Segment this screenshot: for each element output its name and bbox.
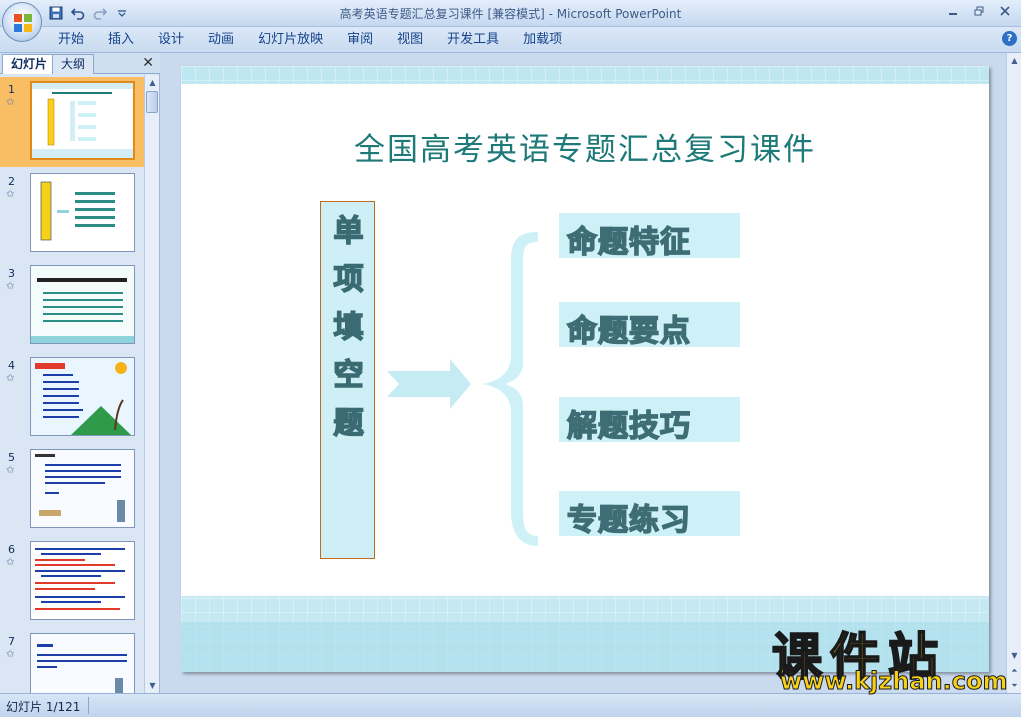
topic-label: 专题练习 [566,502,691,539]
topic-label: 命题要点 [566,313,691,350]
ribbon-tabs: 开始 插入 设计 动画 幻灯片放映 审阅 视图 开发工具 加载项 [46,31,574,49]
animation-star-icon: ✩ [6,465,15,476]
topic-box[interactable]: 命题要点 [559,302,740,350]
slide-thumbnail[interactable] [30,541,135,620]
slide-number: 4 [8,359,15,372]
topic-box[interactable]: 命题特征 [559,213,740,261]
animation-star-icon: ✩ [6,373,15,384]
slide-thumbnail[interactable] [30,449,135,528]
title-bar: 高考英语专题汇总复习课件 [兼容模式] - Microsoft PowerPoi… [0,0,1021,27]
minimize-button[interactable] [941,2,965,20]
site-watermark-logo: 课件站 www.kjzhan.com [770,617,1010,697]
slide-number: 3 [8,267,15,280]
scroll-up-icon[interactable]: ▲ [1007,53,1021,68]
tab-view[interactable]: 视图 [385,31,435,49]
slide-editing-area: 全国高考英语专题汇总复习课件 单 项 填 空 题 命题特征 命题要点 解题技巧 … [161,53,1006,693]
slide-thumbnail[interactable] [30,265,135,344]
close-panel-icon[interactable]: ✕ [142,55,154,71]
thumbnail-row[interactable]: 1 ✩ [0,77,144,167]
slide-title[interactable]: 全国高考英语专题汇总复习课件 [181,124,989,169]
window-title: 高考英语专题汇总复习课件 [兼容模式] - Microsoft PowerPoi… [339,7,682,21]
current-slide[interactable]: 全国高考英语专题汇总复习课件 单 项 填 空 题 命题特征 命题要点 解题技巧 … [181,66,989,672]
window-controls [941,2,1017,20]
thumbnail-row[interactable]: 6 ✩ [0,537,144,627]
thumbnail-scrollbar[interactable]: ▲ ▼ [144,75,159,693]
tab-insert[interactable]: 插入 [96,31,146,49]
slide-number: 6 [8,543,15,556]
tab-animations[interactable]: 动画 [196,31,246,49]
animation-star-icon: ✩ [6,649,15,660]
animation-star-icon: ✩ [6,97,15,108]
tab-slides[interactable]: 幻灯片 [2,54,57,74]
vertical-label-box[interactable]: 单 项 填 空 题 [320,201,375,559]
slide-thumbnail[interactable] [30,357,135,436]
help-icon[interactable]: ? [1002,31,1017,46]
tab-slideshow[interactable]: 幻灯片放映 [246,31,335,49]
slide-number: 1 [8,83,15,96]
slide-thumbnail[interactable] [30,81,135,160]
editor-scrollbar[interactable]: ▲ ▼ ⏶ ⏷ [1006,53,1021,693]
ribbon: 开始 插入 设计 动画 幻灯片放映 审阅 视图 开发工具 加载项 ? [0,27,1021,53]
thumbnail-row[interactable]: 2 ✩ [0,169,144,259]
panel-tabs: 幻灯片 大纲 ✕ [0,53,160,74]
thumbnail-row[interactable]: 3 ✩ [0,261,144,351]
tab-design[interactable]: 设计 [146,31,196,49]
topic-label: 命题特征 [566,224,691,261]
slides-panel: 幻灯片 大纲 ✕ 1 ✩ 2 ✩ 3 ✩ 4 ✩ 5 ✩ 6 ✩ 7 ✩ ▲ ▼ [0,53,160,693]
scroll-up-icon[interactable]: ▲ [145,75,160,90]
office-button[interactable] [2,2,42,42]
status-divider [88,697,89,714]
animation-star-icon: ✩ [6,557,15,568]
vertical-label-char: 题 [333,405,365,442]
topic-box[interactable]: 专题练习 [559,491,740,539]
slide-thumbnail[interactable] [30,633,135,693]
slide-thumbnail[interactable] [30,173,135,252]
vertical-label-char: 填 [333,309,365,346]
thumbnail-row[interactable]: 5 ✩ [0,445,144,535]
slide-thumbnails: 1 ✩ 2 ✩ 3 ✩ 4 ✩ 5 ✩ 6 ✩ 7 ✩ [0,75,144,693]
tab-outline[interactable]: 大纲 [52,54,95,74]
scrollbar-thumb[interactable] [146,91,158,113]
tab-developer[interactable]: 开发工具 [435,31,511,49]
thumbnail-row[interactable]: 4 ✩ [0,353,144,443]
tab-review[interactable]: 审阅 [335,31,385,49]
slide-count-status: 幻灯片 1/121 [6,700,81,714]
vertical-label-char: 项 [333,261,365,298]
office-logo-icon [14,14,32,32]
animation-star-icon: ✩ [6,189,15,200]
vertical-label-char: 单 [333,213,365,250]
tab-home[interactable]: 开始 [46,31,96,49]
scroll-down-icon[interactable]: ▼ [145,678,160,693]
close-button[interactable] [993,2,1017,20]
restore-button[interactable] [967,2,991,20]
slide-number: 2 [8,175,15,188]
watermark-url: www.kjzhan.com [779,667,1008,696]
animation-star-icon: ✩ [6,281,15,292]
slide-number: 5 [8,451,15,464]
topic-label: 解题技巧 [566,408,691,445]
slide-number: 7 [8,635,15,648]
tab-addins[interactable]: 加载项 [511,31,574,49]
topic-box[interactable]: 解题技巧 [559,397,740,445]
vertical-label-char: 空 [333,357,365,394]
thumbnail-row[interactable]: 7 ✩ [0,629,144,693]
